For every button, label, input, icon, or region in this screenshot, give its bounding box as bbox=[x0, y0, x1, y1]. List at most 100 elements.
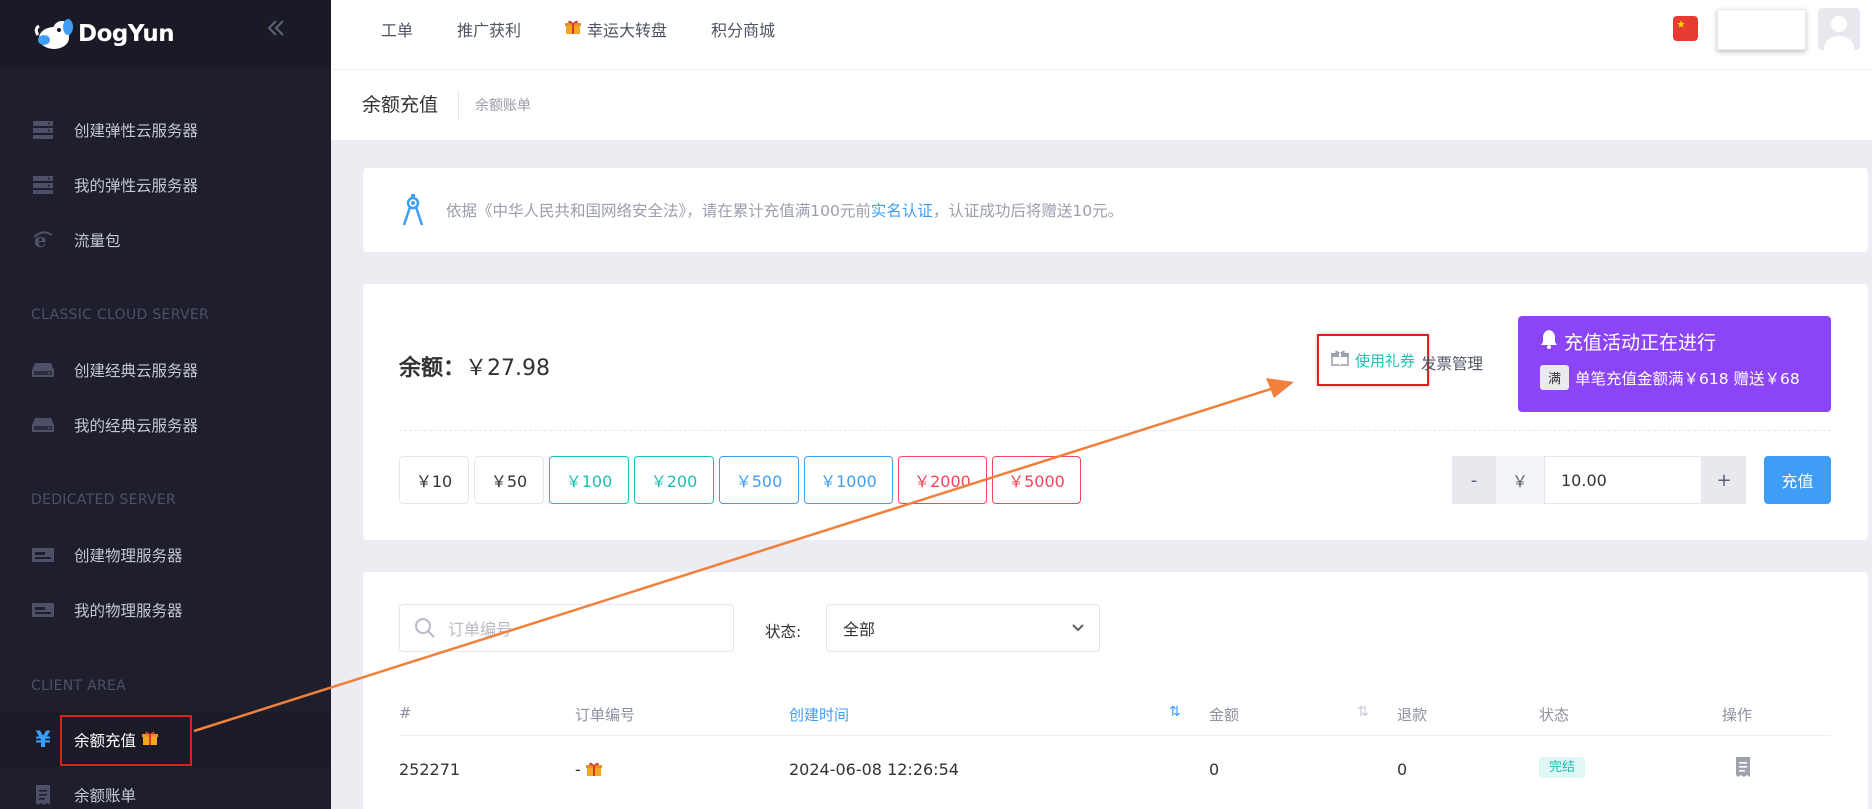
status-filter-value: 全部 bbox=[843, 620, 876, 639]
sidebar-section-client: CLIENT AREA bbox=[31, 678, 127, 694]
server-stack-icon bbox=[31, 174, 55, 196]
cell-created: 2024-06-08 12:26:54 bbox=[789, 760, 959, 779]
brand-name: DogYun bbox=[78, 21, 175, 47]
user-menu[interactable] bbox=[1717, 9, 1806, 50]
notice-text-before: 依据《中华人民共和国网络安全法》，请在累计充值满100元前 bbox=[446, 202, 871, 220]
col-amount[interactable]: 金额 bbox=[1209, 704, 1239, 725]
compass-icon bbox=[398, 192, 428, 228]
table-header: # 订单编号 创建时间 ⇅ 金额 ⇅ 退款 状态 操作 bbox=[399, 692, 1831, 736]
receipt-icon bbox=[31, 784, 55, 806]
gift-icon bbox=[565, 19, 582, 39]
cell-id: 252271 bbox=[399, 760, 461, 779]
use-coupon-label: 使用礼券 bbox=[1354, 351, 1415, 370]
sidebar-item-label: 余额账单 bbox=[74, 787, 137, 805]
top-nav: 工单 推广获利 幸运大转盘 积分商城 bbox=[381, 0, 819, 58]
avatar[interactable] bbox=[1818, 8, 1860, 50]
sidebar-item-my-dedicated[interactable]: 我的物理服务器 bbox=[0, 583, 331, 637]
sort-icon[interactable]: ⇅ bbox=[1357, 704, 1369, 720]
sidebar-item-label: 创建弹性云服务器 bbox=[74, 122, 199, 140]
order-search-input[interactable]: 订单编号 bbox=[399, 604, 734, 652]
nav-tickets[interactable]: 工单 bbox=[381, 17, 413, 41]
cell-refund: 0 bbox=[1397, 760, 1408, 779]
sidebar-item-label: 我的弹性云服务器 bbox=[74, 177, 199, 195]
col-status: 状态 bbox=[1539, 706, 1570, 724]
sidebar-item-balance-bill[interactable]: 余额账单 bbox=[0, 768, 331, 809]
china-flag-icon[interactable] bbox=[1673, 16, 1698, 41]
top-header: 工单 推广获利 幸运大转盘 积分商城 bbox=[331, 0, 1872, 70]
order-no-text: - bbox=[575, 760, 581, 779]
sub-header: 余额充值 余额账单 bbox=[331, 70, 1872, 140]
search-placeholder: 订单编号 bbox=[448, 620, 513, 639]
breadcrumb-balance-bill[interactable]: 余额账单 bbox=[475, 95, 531, 115]
nav-affiliate[interactable]: 推广获利 bbox=[457, 17, 521, 41]
col-index: # bbox=[399, 704, 412, 722]
gift-outline-icon bbox=[1330, 350, 1349, 370]
amount-option-50[interactable]: ￥50 bbox=[474, 456, 544, 504]
sidebar-item-create-elastic[interactable]: 创建弹性云服务器 bbox=[0, 103, 331, 157]
status-filter-select[interactable]: 全部 bbox=[826, 604, 1100, 652]
nav-lucky-wheel-label: 幸运大转盘 bbox=[587, 21, 668, 40]
sidebar-section-dedicated: DEDICATED SERVER bbox=[31, 492, 177, 508]
traffic-icon: e bbox=[31, 229, 55, 251]
amount-stepper: - ￥ 10.00 + bbox=[1452, 456, 1746, 504]
hardware-icon bbox=[31, 599, 55, 621]
brand[interactable]: DogYun bbox=[0, 0, 331, 68]
amount-option-2000[interactable]: ￥2000 bbox=[898, 456, 987, 504]
highlight-box-sidebar bbox=[60, 715, 192, 766]
sidebar-item-traffic[interactable]: e 流量包 bbox=[0, 213, 331, 267]
col-refund: 退款 bbox=[1397, 706, 1428, 724]
col-actions: 操作 bbox=[1722, 706, 1753, 724]
receipt-action-icon[interactable] bbox=[1734, 756, 1752, 782]
nav-points-store[interactable]: 积分商城 bbox=[711, 17, 775, 41]
collapse-sidebar-icon[interactable] bbox=[261, 16, 291, 46]
invoice-management-link[interactable]: 发票管理 bbox=[1421, 352, 1483, 374]
chevron-down-icon bbox=[1071, 619, 1085, 638]
promo-detail-row: 满 单笔充值金额满￥618 赠送￥68 bbox=[1540, 365, 1809, 390]
amount-option-10[interactable]: ￥10 bbox=[399, 456, 469, 504]
use-coupon-button[interactable]: 使用礼券 bbox=[1317, 334, 1429, 386]
currency-prefix: ￥ bbox=[1496, 456, 1544, 504]
promo-title: 充值活动正在进行 bbox=[1564, 332, 1717, 354]
orders-card: 订单编号 状态: 全部 # 订单编号 创建时间 ⇅ 金额 ⇅ 退款 状态 操作 … bbox=[363, 572, 1868, 809]
promotion-banner[interactable]: 充值活动正在进行 满 单笔充值金额满￥618 赠送￥68 bbox=[1518, 316, 1831, 412]
page-title: 余额充值 bbox=[362, 90, 460, 120]
col-order-no: 订单编号 bbox=[575, 706, 636, 724]
sidebar-item-create-dedicated[interactable]: 创建物理服务器 bbox=[0, 528, 331, 582]
search-icon bbox=[414, 617, 436, 639]
balance-card: 余额：￥27.98 使用礼券 发票管理 充值活动正在进行 满 单笔充值金额满￥6… bbox=[363, 284, 1868, 540]
nav-lucky-wheel[interactable]: 幸运大转盘 bbox=[565, 17, 667, 41]
table-row: 252271 - 2024-06-08 12:26:54 0 0 完结 bbox=[399, 742, 1831, 792]
status-filter-label: 状态: bbox=[765, 623, 802, 641]
increment-button[interactable]: + bbox=[1702, 456, 1746, 504]
balance-display: 余额：￥27.98 bbox=[399, 350, 550, 382]
amount-option-500[interactable]: ￥500 bbox=[719, 456, 799, 504]
cell-amount: 0 bbox=[1209, 760, 1220, 779]
col-created[interactable]: 创建时间 bbox=[789, 704, 849, 725]
amount-option-100[interactable]: ￥100 bbox=[549, 456, 629, 504]
sidebar-item-create-classic[interactable]: 创建经典云服务器 bbox=[0, 343, 331, 397]
promo-detail: 单笔充值金额满￥618 赠送￥68 bbox=[1575, 369, 1800, 388]
sidebar-item-my-classic[interactable]: 我的经典云服务器 bbox=[0, 398, 331, 452]
amount-input[interactable]: 10.00 bbox=[1544, 456, 1702, 504]
recharge-button[interactable]: 充值 bbox=[1764, 456, 1831, 504]
drive-icon bbox=[31, 414, 55, 436]
server-stack-icon bbox=[31, 119, 55, 141]
sidebar-item-my-elastic[interactable]: 我的弹性云服务器 bbox=[0, 158, 331, 212]
promo-title-row: 充值活动正在进行 bbox=[1540, 328, 1809, 355]
decrement-button[interactable]: - bbox=[1452, 456, 1496, 504]
amount-options: ￥10 ￥50 ￥100 ￥200 ￥500 ￥1000 ￥2000 ￥5000 bbox=[399, 456, 1086, 504]
amount-option-1000[interactable]: ￥1000 bbox=[804, 456, 893, 504]
realname-link[interactable]: 实名认证 bbox=[871, 202, 933, 220]
yen-icon: ¥ bbox=[35, 727, 51, 753]
sidebar-item-label: 创建物理服务器 bbox=[74, 547, 183, 565]
divider bbox=[399, 430, 1831, 431]
sort-active-icon[interactable]: ⇅ bbox=[1169, 704, 1181, 720]
notice-text: 依据《中华人民共和国网络安全法》，请在累计充值满100元前实名认证，认证成功后将… bbox=[446, 199, 1123, 221]
sidebar-item-label: 我的物理服务器 bbox=[74, 602, 183, 620]
sidebar-item-label: 创建经典云服务器 bbox=[74, 362, 199, 380]
promo-badge: 满 bbox=[1540, 365, 1570, 390]
amount-option-200[interactable]: ￥200 bbox=[634, 456, 714, 504]
sidebar-item-label: 流量包 bbox=[74, 232, 121, 250]
amount-option-5000[interactable]: ￥5000 bbox=[992, 456, 1081, 504]
bell-icon bbox=[1540, 329, 1558, 354]
